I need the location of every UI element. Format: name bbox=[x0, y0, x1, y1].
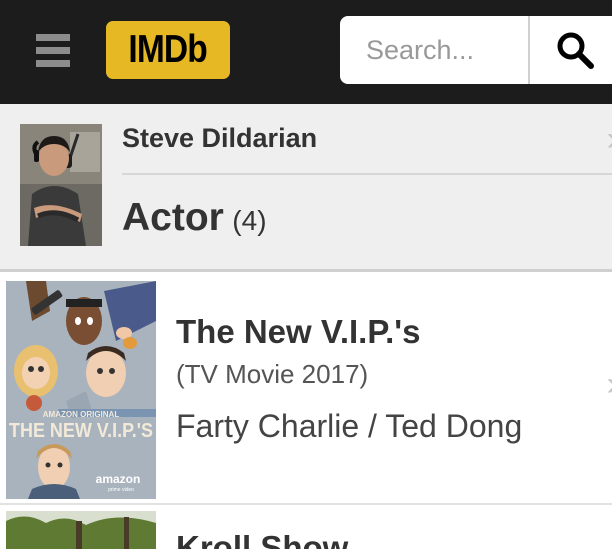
list-item[interactable]: Kroll Show bbox=[0, 507, 612, 549]
poster-sub: prime video bbox=[108, 487, 134, 493]
poster-brand: amazon bbox=[96, 472, 141, 486]
top-bar: IMDb bbox=[0, 0, 612, 104]
logo-text: IMDb bbox=[128, 28, 208, 71]
person-header[interactable]: Steve Dildarian Actor (4) › bbox=[0, 104, 612, 272]
imdb-logo[interactable]: IMDb bbox=[106, 21, 230, 79]
divider bbox=[122, 173, 612, 175]
poster-title: THE NEW V.I.P.'S bbox=[9, 420, 153, 442]
search-icon bbox=[557, 32, 594, 69]
credit-title[interactable]: Kroll Show bbox=[176, 529, 348, 549]
search-input[interactable] bbox=[340, 16, 528, 84]
search-box bbox=[340, 16, 612, 84]
chevron-right-icon: › bbox=[607, 365, 612, 404]
credit-type: (TV Movie 2017) bbox=[176, 359, 369, 389]
role-title: Actor bbox=[122, 196, 224, 239]
credit-title[interactable]: The New V.I.P.'s bbox=[176, 313, 420, 351]
role-count: (4) bbox=[232, 205, 267, 236]
poster-tagline: AMAZON ORIGINAL bbox=[43, 410, 120, 419]
person-name: Steve Dildarian bbox=[122, 123, 318, 153]
search-button[interactable] bbox=[530, 16, 612, 84]
poster-image[interactable]: AMAZON ORIGINAL THE NEW V.I.P.'S amazon … bbox=[6, 281, 156, 499]
credit-role: Farty Charlie / Ted Dong bbox=[176, 408, 523, 444]
person-photo[interactable] bbox=[20, 124, 102, 246]
list-item[interactable]: AMAZON ORIGINAL THE NEW V.I.P.'S amazon … bbox=[0, 275, 612, 505]
role-heading: Actor (4) bbox=[122, 196, 267, 240]
hamburger-menu-icon[interactable] bbox=[36, 34, 70, 68]
poster-image[interactable] bbox=[6, 511, 156, 549]
chevron-right-icon: › bbox=[607, 120, 612, 159]
